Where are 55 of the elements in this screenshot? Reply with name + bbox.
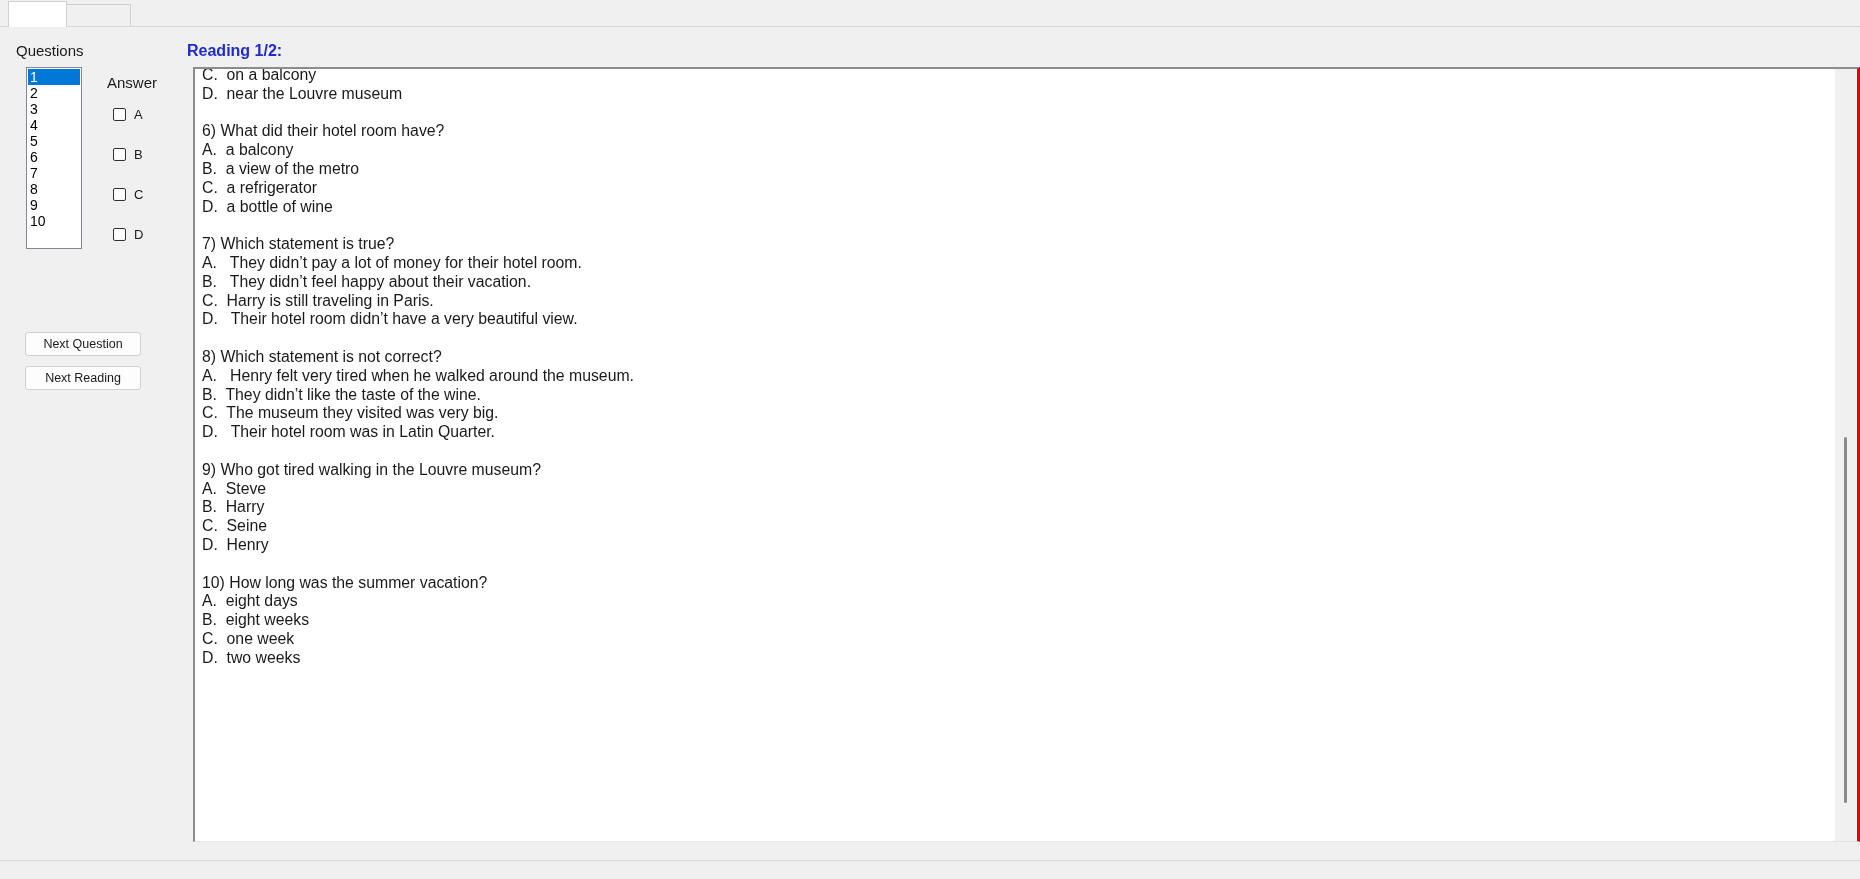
question-list-item[interactable]: 9 — [28, 197, 80, 213]
option-text: A. Henry felt very tired when he walked around the museum. — [202, 366, 634, 386]
checkbox[interactable] — [113, 107, 126, 121]
option-text: B. They didn’t like the taste of the wine. — [202, 385, 481, 405]
option-text: D. Henry — [202, 535, 269, 555]
checkbox[interactable] — [113, 187, 126, 201]
question-list-item[interactable]: 5 — [28, 133, 80, 149]
option-text: D. Their hotel room didn’t have a very beautiful view. — [202, 310, 578, 330]
reading-text-box[interactable] — [193, 67, 1860, 842]
option-text: D. a bottle of wine — [202, 197, 333, 217]
option-text: B. They didn’t feel happy about their vacation. — [202, 272, 532, 292]
reading-title: Reading 1/2: — [187, 43, 283, 59]
option-text: C. a refrigerator — [202, 178, 317, 198]
option-text: C. Harry is still traveling in Paris. — [202, 291, 434, 311]
checkbox-label: C — [134, 186, 144, 202]
option-text: D. two weeks — [202, 648, 301, 668]
action-button[interactable]: Next Question — [25, 332, 141, 356]
question-text: 7) Which statement is true? — [202, 235, 395, 254]
question-text: 8) Which statement is not correct? — [202, 347, 442, 367]
vertical-scrollbar[interactable] — [1835, 69, 1857, 841]
option-text: A. They didn’t pay a lot of money for their hotel room. — [202, 253, 582, 273]
question-text: 6) What did their hotel room have? — [202, 122, 445, 142]
question-list-item[interactable]: 10 — [28, 213, 80, 229]
question-list-item[interactable]: 3 — [28, 101, 80, 117]
tab[interactable] — [8, 1, 67, 27]
option-text: A. a balcony — [202, 141, 294, 160]
question-list-item[interactable]: 1 — [28, 69, 80, 85]
question-list[interactable]: 1 2 3 4 5 6 7 8 9 10 — [26, 67, 82, 249]
option-text: C. The museum they visited was very big. — [202, 404, 499, 424]
option-text: A. Steve — [202, 479, 267, 499]
checkbox-label: A — [134, 106, 143, 122]
checkbox[interactable] — [113, 227, 126, 241]
question-list-item[interactable]: 4 — [28, 117, 80, 133]
option-text: A. eight days — [202, 592, 298, 612]
question-list-item[interactable]: 8 — [28, 181, 80, 197]
question-list-item[interactable]: 2 — [28, 85, 80, 101]
question-list-item[interactable]: 6 — [28, 149, 80, 165]
question-text: 9) Who got tired walking in the Louvre museum? — [202, 460, 541, 480]
option-text: C. one week — [202, 629, 295, 649]
option-text: C. Seine — [202, 517, 267, 536]
checkbox[interactable] — [113, 147, 126, 161]
option-text: B. Harry — [202, 498, 265, 518]
option-text: D. near the Louvre museum — [202, 84, 403, 104]
action-button[interactable]: Next Reading — [25, 366, 141, 390]
question-list-item[interactable]: 7 — [28, 165, 80, 181]
option-text: B. eight weeks — [202, 611, 310, 630]
questions-label: Questions — [16, 43, 84, 59]
option-text: C. on a balcony — [202, 69, 317, 85]
checkbox-label: D — [134, 226, 144, 242]
question-text: 10) How long was the summer vacation? — [202, 573, 488, 593]
option-text: B. a view of the metro — [202, 160, 360, 179]
answer-label: Answer — [107, 74, 158, 91]
option-text: D. Their hotel room was in Latin Quarter. — [202, 423, 495, 442]
scrollbar-thumb[interactable] — [1843, 437, 1847, 803]
checkbox-label: B — [134, 146, 143, 162]
